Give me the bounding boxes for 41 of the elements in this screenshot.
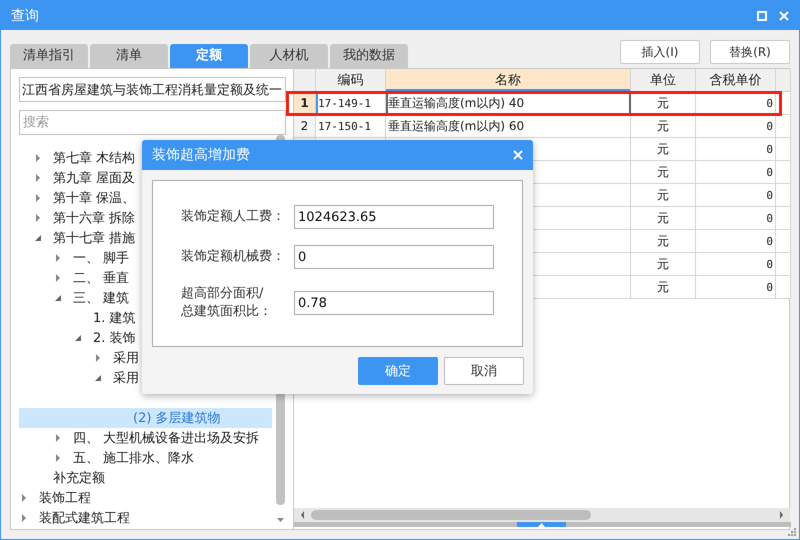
tree-item-label: (2) 多层建筑物 <box>133 410 221 427</box>
table-cell: 0 <box>696 161 776 184</box>
table-cell: 0 <box>696 276 776 299</box>
tree-item-label: 五、 施工排水、降水 <box>73 450 194 467</box>
table-cell: 元 <box>631 115 696 138</box>
table-cell: 元 <box>631 276 696 299</box>
tree-item-label: 三、 建筑 <box>73 290 130 307</box>
dropdown-value: 江西省房屋建筑与装饰工程消耗量定额及统一 <box>22 82 282 98</box>
tree-item-label: 第十六章 拆除 <box>53 210 136 227</box>
table-cell: 0 <box>696 138 776 161</box>
field-label: 装饰定额机械费： <box>180 248 286 266</box>
table-cell: 元 <box>631 184 696 207</box>
table-cell: 0 <box>696 253 776 276</box>
tree-item-label: 四、 大型机械设备进出场及安拆 <box>73 430 260 447</box>
tree-item-label: 装饰工程 <box>39 490 91 507</box>
tree-item-label: 2. 装饰 <box>93 330 136 347</box>
tree-item-label: 采用 <box>113 370 139 387</box>
tree-item-label: 采用 <box>113 350 139 367</box>
tree-item-label: 二、 垂直 <box>73 270 130 287</box>
tree-item-label: 第十章 保温、 <box>53 190 136 207</box>
tree-item-label: 装配式建筑工程 <box>39 510 130 527</box>
dialog-title: 装饰超高增加费 <box>152 146 251 164</box>
tree-item-label: 一、 脚手 <box>73 250 130 267</box>
field-label: 超高部分面积/ 总建筑面积比： <box>180 285 273 321</box>
tree-item-label: 补充定额 <box>53 470 105 487</box>
table-cell: 元 <box>631 161 696 184</box>
table-cell: 0 <box>696 207 776 230</box>
tree-item-label: 第十七章 措施 <box>53 230 136 247</box>
table-cell: 元 <box>631 253 696 276</box>
table-cell: 17-150-1 <box>316 115 386 138</box>
tree-item-label: 第九章 屋面及 <box>53 170 136 187</box>
table-cell: 元 <box>631 207 696 230</box>
table-cell: 元 <box>631 230 696 253</box>
table-cell: 0 <box>696 184 776 207</box>
table-cell: 元 <box>631 138 696 161</box>
table-cell: 0 <box>696 115 776 138</box>
field-label: 装饰定额人工费： <box>180 208 286 226</box>
table-cell: 0 <box>696 230 776 253</box>
tree-item-label: 第七章 木结构 <box>53 150 136 167</box>
window-title: 查询 <box>11 6 40 24</box>
table-cell: 垂直运输高度(m以内) 60 <box>386 115 631 138</box>
